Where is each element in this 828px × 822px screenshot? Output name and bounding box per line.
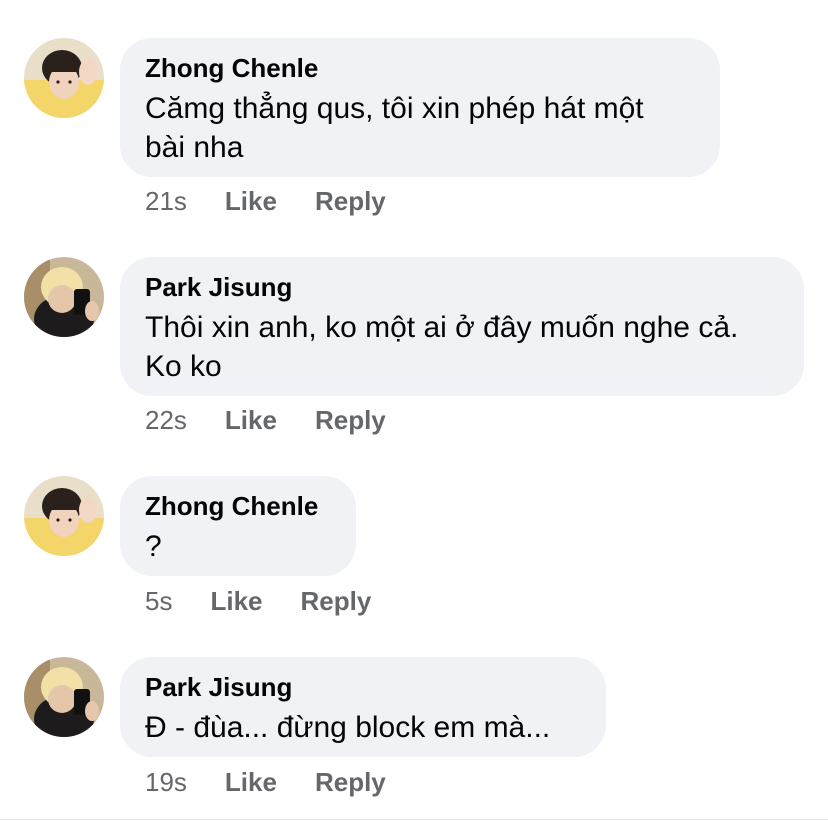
reply-button[interactable]: Reply bbox=[315, 767, 386, 797]
reply-button[interactable]: Reply bbox=[315, 405, 386, 435]
comment-meta: 22s Like Reply bbox=[145, 405, 386, 435]
like-button[interactable]: Like bbox=[225, 767, 277, 797]
like-button[interactable]: Like bbox=[225, 405, 277, 435]
comment-meta: 21s Like Reply bbox=[145, 186, 386, 216]
reply-button[interactable]: Reply bbox=[301, 586, 372, 616]
profile-photo-jisung-icon bbox=[24, 657, 104, 737]
avatar[interactable] bbox=[24, 38, 104, 118]
comment-timestamp[interactable]: 22s bbox=[145, 405, 187, 435]
comment-text: Đ - đùa... đừng block em mà... bbox=[145, 711, 551, 744]
comment-bubble: Zhong Chenle ? bbox=[120, 476, 356, 576]
comment-bubble: Zhong Chenle Cămg thẳng qus, tôi xin phé… bbox=[120, 38, 720, 177]
comment-author[interactable]: Zhong Chenle bbox=[145, 52, 694, 84]
comment-text: ? bbox=[145, 530, 162, 563]
comment-author[interactable]: Park Jisung bbox=[145, 671, 580, 703]
comment-timestamp[interactable]: 5s bbox=[145, 586, 172, 616]
avatar[interactable] bbox=[24, 657, 104, 737]
avatar[interactable] bbox=[24, 257, 104, 337]
reply-button[interactable]: Reply bbox=[315, 186, 386, 216]
like-button[interactable]: Like bbox=[210, 586, 262, 616]
comment-meta: 5s Like Reply bbox=[145, 586, 371, 616]
comment-text: Thôi xin anh, ko một ai ở đây muốn nghe … bbox=[145, 311, 739, 383]
comment-timestamp[interactable]: 19s bbox=[145, 767, 187, 797]
comment-bubble: Park Jisung Đ - đùa... đừng block em mà.… bbox=[120, 657, 606, 757]
comment-author[interactable]: Park Jisung bbox=[145, 271, 778, 303]
profile-photo-chenle-icon bbox=[24, 38, 104, 118]
profile-photo-jisung-icon bbox=[24, 257, 104, 337]
like-button[interactable]: Like bbox=[225, 186, 277, 216]
profile-photo-chenle-icon bbox=[24, 476, 104, 556]
comment-text: Cămg thẳng qus, tôi xin phép hát một bài… bbox=[145, 92, 644, 164]
comment-meta: 19s Like Reply bbox=[145, 767, 386, 797]
comment-timestamp[interactable]: 21s bbox=[145, 186, 187, 216]
avatar[interactable] bbox=[24, 476, 104, 556]
comment-author[interactable]: Zhong Chenle bbox=[145, 490, 330, 522]
comment-bubble: Park Jisung Thôi xin anh, ko một ai ở đâ… bbox=[120, 257, 804, 396]
divider bbox=[0, 819, 828, 820]
